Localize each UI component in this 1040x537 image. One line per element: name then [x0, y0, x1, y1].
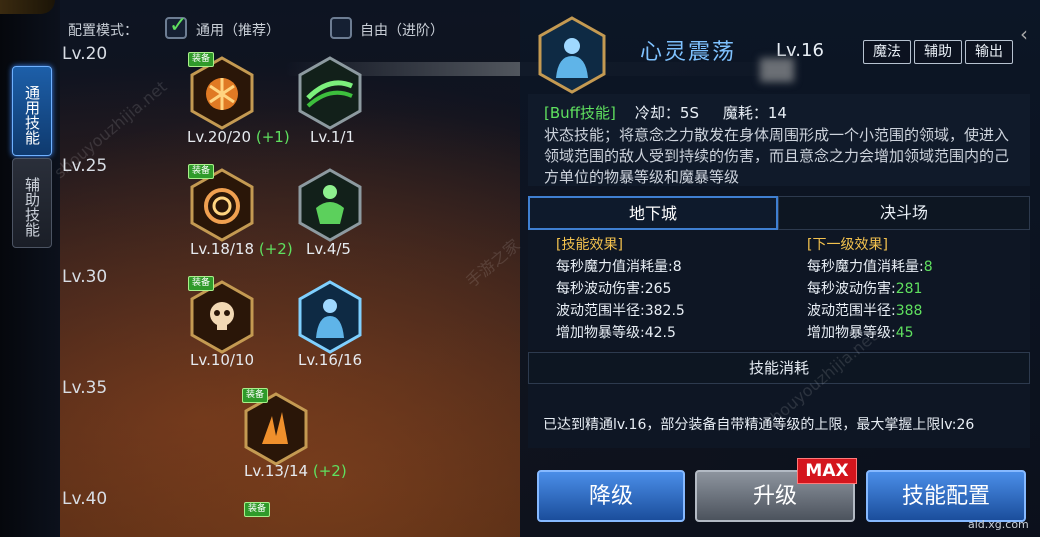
- config-mode-label: 配置模式：: [68, 23, 138, 39]
- tab-support-skills[interactable]: 辅助技能: [12, 158, 52, 248]
- level-label: Lv.35: [62, 378, 108, 398]
- redacted-area: [760, 58, 794, 82]
- level-label: Lv.20: [62, 44, 108, 64]
- skill-level-text: Lv.1/1: [310, 128, 355, 146]
- skill-level-text: Lv.18/18 (+2): [190, 240, 293, 258]
- free-mode-checkbox[interactable]: [330, 17, 352, 39]
- tag-damage: 输出: [965, 40, 1013, 64]
- game-screen: 通用技能 辅助技能 配置模式： ✓ 通用（推荐） 自由（进阶） Lv.20 Lv…: [0, 0, 1040, 537]
- common-mode-label[interactable]: 通用（推荐）: [196, 20, 280, 40]
- effect-row: 每秒魔力值消耗量:8: [807, 259, 933, 275]
- skill-slot-orange-swirl[interactable]: 装备: [188, 164, 254, 242]
- check-icon: ✓: [169, 13, 188, 38]
- skill-slot-fire-claw[interactable]: 装备: [242, 388, 308, 466]
- current-effects: [技能效果] 每秒魔力值消耗量:8 每秒波动伤害:265 波动范围半径:382.…: [556, 234, 685, 344]
- skill-description-box: [Buff技能] 冷却：5S 魔耗：14 状态技能；将意念之力散发在身体周围形成…: [528, 94, 1030, 186]
- skull-icon: [190, 280, 254, 354]
- skill-cost-title: 技能消耗: [528, 352, 1030, 384]
- orange-swirl-icon: [190, 168, 254, 242]
- green-muscle-icon: [298, 168, 362, 242]
- skill-slot-skull[interactable]: 装备: [188, 276, 254, 354]
- effect-row: 每秒波动伤害:265: [556, 281, 672, 297]
- level-label: Lv.40: [62, 489, 108, 509]
- skill-description: 状态技能；将意念之力散发在身体周围形成一个小范围的领域，使进入领域范围的敌人受到…: [544, 126, 1010, 186]
- fire-claw-icon: [244, 392, 308, 466]
- cooldown: 冷却：5S: [634, 104, 699, 122]
- effect-row: 波动范围半径:382.5: [556, 303, 685, 319]
- skill-effects: [技能效果] 每秒魔力值消耗量:8 每秒波动伤害:265 波动范围半径:382.…: [528, 230, 1030, 350]
- selected-skill-portrait: [538, 16, 606, 94]
- next-effects: [下一级效果] 每秒魔力值消耗量:8 每秒波动伤害:281 波动范围半径:388…: [807, 234, 933, 344]
- skill-level-text: Lv.13/14 (+2): [244, 462, 347, 480]
- effect-row: 波动范围半径:388: [807, 303, 923, 319]
- skill-meta: [Buff技能] 冷却：5S 魔耗：14: [544, 102, 1014, 123]
- max-badge: MAX: [797, 458, 857, 484]
- skill-config-button[interactable]: 技能配置: [866, 470, 1026, 522]
- tag-support: 辅助: [914, 40, 962, 64]
- skill-slot-green-muscle[interactable]: [298, 168, 362, 242]
- watermark: 手游之家: [462, 235, 524, 292]
- tab-common-skills[interactable]: 通用技能: [12, 66, 52, 156]
- mana-cost: 魔耗：14: [722, 104, 787, 122]
- equip-badge: 装备: [188, 52, 215, 67]
- green-wave-icon: [298, 56, 362, 130]
- tab-dungeon[interactable]: 地下城: [528, 196, 778, 230]
- skill-level-text: Lv.10/10: [190, 351, 255, 369]
- skill-cost-text: 已达到精通lv.16，部分装备自带精通等级的上限，最大掌握上限lv:26: [543, 417, 975, 433]
- free-mode-label[interactable]: 自由（进阶）: [360, 20, 444, 40]
- fire-burst-icon: [190, 56, 254, 130]
- watermark: shouyouzhijia.net: [50, 76, 171, 183]
- next-effects-title: [下一级效果]: [807, 237, 888, 253]
- effect-row: 每秒波动伤害:281: [807, 281, 923, 297]
- equip-badge: 装备: [242, 388, 269, 403]
- equip-badge: 装备: [188, 276, 215, 291]
- skill-level-text: Lv.20/20 (+1): [187, 128, 290, 146]
- skill-slot-green-wave[interactable]: [298, 56, 362, 130]
- equip-badge: 装备: [244, 502, 271, 517]
- tab-arena[interactable]: 决斗场: [778, 196, 1030, 230]
- current-effects-title: [技能效果]: [556, 237, 623, 253]
- skill-level-text: Lv.4/5: [306, 240, 351, 258]
- level-label: Lv.30: [62, 267, 108, 287]
- effect-row: 增加物暴等级:42.5: [556, 325, 676, 341]
- equip-badge: 装备: [188, 164, 215, 179]
- effect-row: 每秒魔力值消耗量:8: [556, 259, 682, 275]
- psychic-figure-icon: [298, 280, 362, 354]
- skill-slot-fire-burst[interactable]: 装备: [188, 52, 254, 130]
- skill-level-text: Lv.16/16: [298, 351, 363, 369]
- side-tabs: 通用技能 辅助技能: [0, 0, 60, 537]
- skill-slot-psychic-selected[interactable]: [298, 280, 362, 354]
- skill-type: [Buff技能]: [544, 104, 616, 122]
- downgrade-button[interactable]: 降级: [537, 470, 685, 522]
- skill-name: 心灵震荡: [640, 40, 737, 65]
- chevron-left-icon[interactable]: ‹: [1020, 22, 1040, 50]
- common-mode-checkbox[interactable]: ✓: [165, 13, 187, 39]
- corner-ornament: [0, 0, 55, 14]
- tag-magic: 魔法: [863, 40, 911, 64]
- footer-url: ald.xg.com: [968, 518, 1029, 531]
